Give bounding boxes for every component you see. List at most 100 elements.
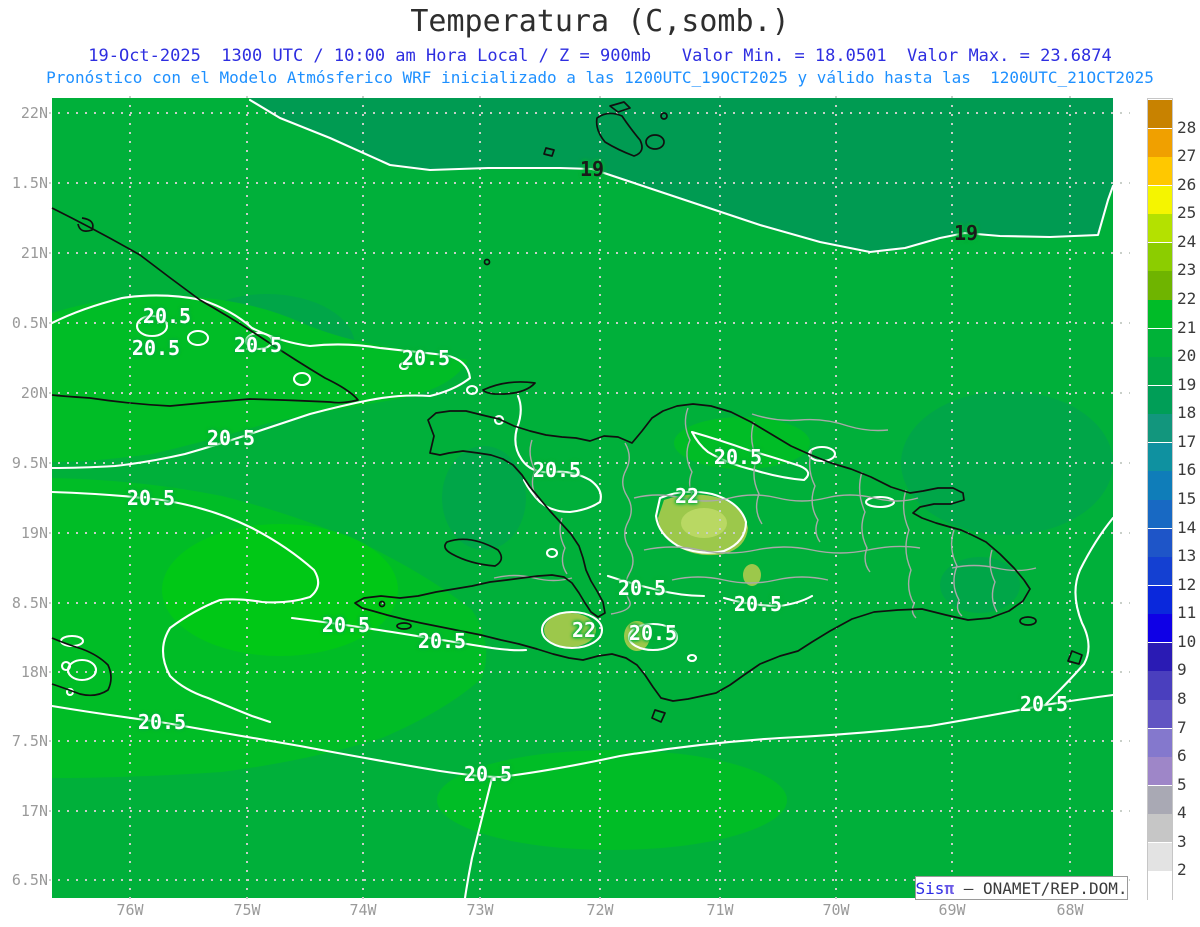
colorbar-segment — [1148, 813, 1172, 843]
colorbar-tick-label: 23 — [1177, 260, 1197, 280]
colorbar-segment — [1148, 413, 1172, 443]
colorbar-segment — [1148, 213, 1172, 243]
colorbar-segment — [1148, 99, 1172, 129]
colorbar-segment — [1148, 670, 1172, 700]
lat-axis-label: 19N — [20, 524, 48, 542]
colorbar-tick-label: 26 — [1177, 174, 1197, 194]
colorbar-segment — [1148, 727, 1172, 757]
subtitle-validtime: 19-Oct-2025 1300 UTC / 10:00 am Hora Loc… — [88, 46, 1112, 66]
colorbar-segment — [1148, 184, 1172, 214]
lon-axis-label: 73W — [466, 901, 494, 919]
colorbar-segment — [1148, 270, 1172, 300]
colorbar-tick-label: 2 — [1177, 860, 1187, 880]
weather-chart-canvas: Temperatura (C,somb.) 19-Oct-2025 1300 U… — [0, 0, 1200, 927]
colorbar-tick-label: 15 — [1177, 489, 1197, 508]
contour-map — [40, 96, 1130, 904]
colorbar-segment — [1148, 384, 1172, 414]
pi-glyph: π — [944, 878, 955, 898]
lat-axis-label: 20N — [20, 384, 48, 402]
colorbar-segment — [1148, 870, 1172, 900]
lat-axis-label: 1.5N — [11, 174, 48, 192]
contour-label-20.5: 20.5 — [417, 629, 467, 653]
colorbar-tick-label: 10 — [1177, 631, 1197, 651]
colorbar-tick-label: 8 — [1177, 689, 1187, 708]
colorbar-tick-label: 22 — [1177, 289, 1197, 308]
lon-axis-label: 74W — [349, 901, 377, 919]
colorbar-segment — [1148, 127, 1172, 157]
colorbar-tick-label: 9 — [1177, 660, 1187, 680]
colorbar-segment — [1148, 556, 1172, 586]
colorbar-tick-label: 6 — [1177, 746, 1187, 766]
colorbar-segment — [1148, 613, 1172, 643]
colorbar-segment — [1148, 356, 1172, 386]
contour-label-19: 19 — [953, 221, 979, 245]
contour-label-20.5: 20.5 — [131, 336, 181, 360]
colorbar-tick-label: 20 — [1177, 346, 1197, 366]
lon-axis-label: 68W — [1056, 901, 1084, 919]
colorbar-segment — [1148, 441, 1172, 471]
contour-label-20.5: 20.5 — [1019, 692, 1069, 716]
colorbar-segment — [1148, 499, 1172, 529]
contour-label-20.5: 20.5 — [321, 613, 371, 637]
contour-label-20.5: 20.5 — [532, 458, 582, 482]
contour-label-20.5: 20.5 — [142, 304, 192, 328]
credit-badge: Sis π – ONAMET/REP.DOM. — [915, 876, 1128, 900]
colorbar-segment — [1148, 470, 1172, 500]
contour-label-20.5: 20.5 — [137, 710, 187, 734]
colorbar — [1147, 98, 1173, 900]
contour-label-20.5: 20.5 — [713, 445, 763, 469]
lat-axis-label: 7.5N — [11, 732, 48, 750]
lon-axis-label: 72W — [586, 901, 614, 919]
colorbar-tick-label: 21 — [1177, 317, 1197, 337]
lat-axis-label: 17N — [20, 802, 48, 820]
colorbar-tick-label: 14 — [1177, 517, 1197, 537]
lat-axis-label: 6.5N — [11, 871, 48, 889]
colorbar-tick-label: 19 — [1177, 374, 1197, 394]
temperature-shading — [52, 98, 1113, 898]
page-title: Temperatura (C,somb.) — [410, 4, 790, 39]
colorbar-tick-label: 27 — [1177, 146, 1197, 166]
colorbar-tick-label: 5 — [1177, 774, 1187, 794]
subtitle-model-info: Pronóstico con el Modelo Atmósferico WRF… — [46, 68, 1154, 87]
colorbar-tick-label: 11 — [1177, 603, 1197, 623]
colorbar-tick-label: 24 — [1177, 231, 1197, 251]
sispi-logo: Sis — [915, 878, 945, 898]
colorbar-tick-label: 17 — [1177, 431, 1197, 451]
colorbar-tick-label: 12 — [1177, 574, 1197, 594]
lat-axis-label: 18N — [20, 663, 48, 681]
contour-label-20.5: 20.5 — [733, 592, 783, 616]
lon-axis-label: 76W — [116, 901, 144, 919]
colorbar-segment — [1148, 784, 1172, 814]
colorbar-segment — [1148, 299, 1172, 329]
colorbar-segment — [1148, 699, 1172, 729]
colorbar-segment — [1148, 841, 1172, 871]
contour-label-20.5: 20.5 — [463, 762, 513, 786]
colorbar-tick-label: 4 — [1177, 803, 1187, 823]
colorbar-tick-label: 3 — [1177, 831, 1187, 851]
contour-label-22: 22 — [571, 618, 597, 642]
contour-label-20.5: 20.5 — [628, 621, 678, 645]
lon-axis-label: 75W — [233, 901, 261, 919]
colorbar-segment — [1148, 756, 1172, 786]
colorbar-tick-label: 13 — [1177, 546, 1197, 566]
contour-label-19: 19 — [579, 157, 605, 181]
lat-axis-label: 0.5N — [11, 314, 48, 332]
colorbar-segment — [1148, 641, 1172, 671]
contour-label-22: 22 — [674, 484, 700, 508]
credit-text: – ONAMET/REP.DOM. — [954, 878, 1128, 898]
lat-axis-label: 21N — [20, 244, 48, 262]
lat-axis-label: 22N — [20, 104, 48, 122]
lon-axis-label: 71W — [706, 901, 734, 919]
contour-label-20.5: 20.5 — [206, 426, 256, 450]
lat-axis-label: 8.5N — [11, 594, 48, 612]
lat-axis-label: 9.5N — [11, 454, 48, 472]
colorbar-tick-label: 7 — [1177, 717, 1187, 737]
colorbar-tick-label: 28 — [1177, 117, 1197, 137]
colorbar-tick-label: 25 — [1177, 203, 1197, 223]
colorbar-segment — [1148, 584, 1172, 614]
colorbar-tick-label: 18 — [1177, 403, 1197, 423]
lon-axis-label: 70W — [822, 901, 850, 919]
contour-label-20.5: 20.5 — [126, 486, 176, 510]
contour-label-20.5: 20.5 — [617, 576, 667, 600]
colorbar-tick-label: 16 — [1177, 460, 1197, 480]
